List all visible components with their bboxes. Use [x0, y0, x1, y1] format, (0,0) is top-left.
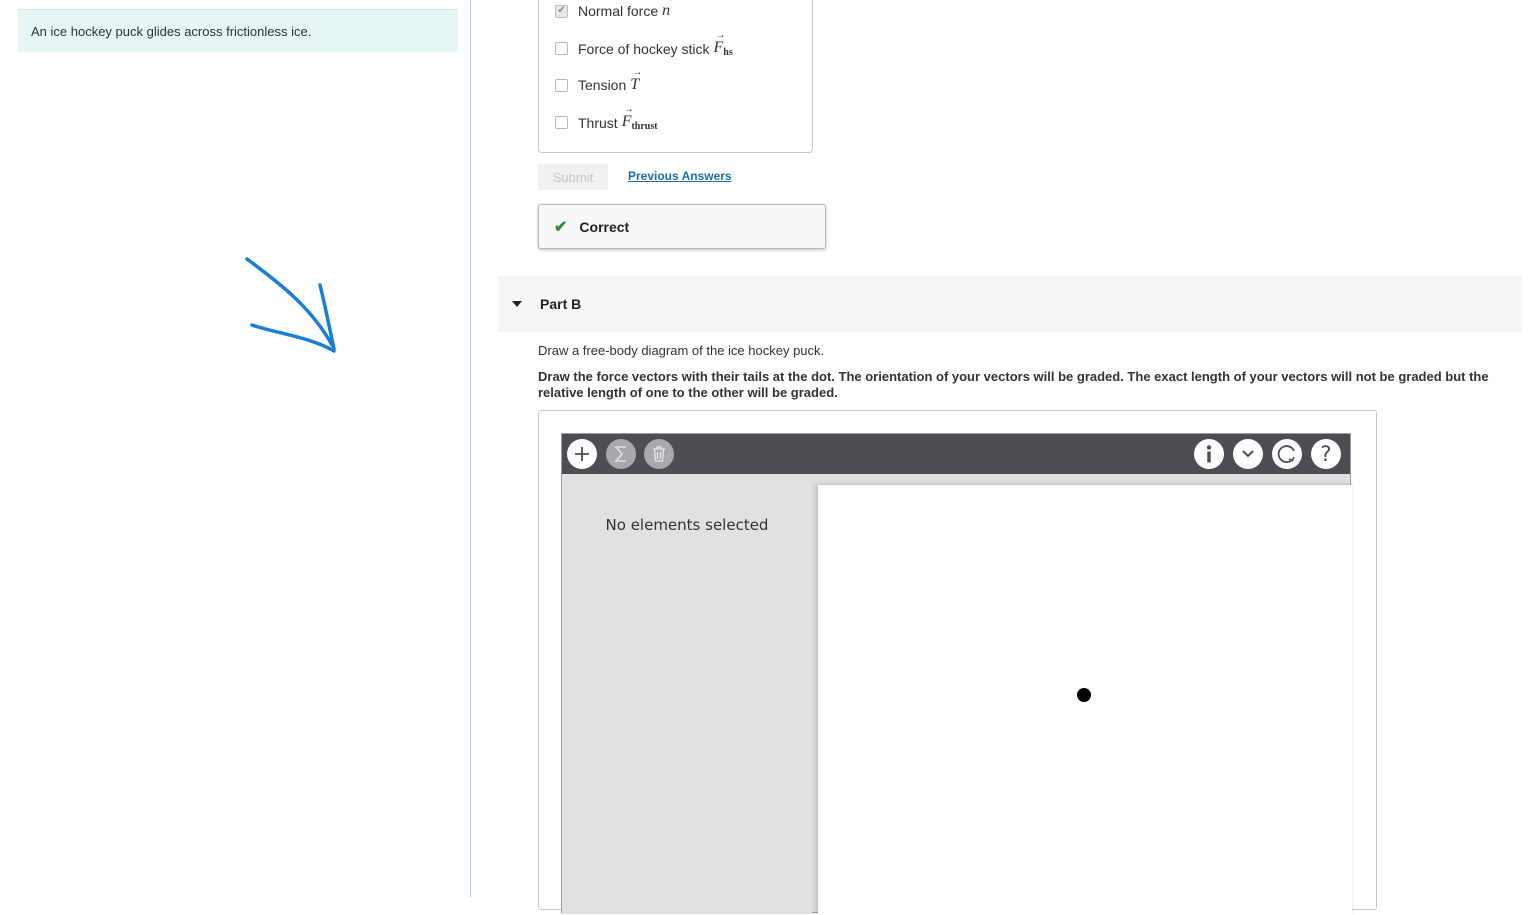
drawing-tool-container: ? No elements selected	[538, 410, 1377, 915]
add-icon[interactable]	[567, 439, 597, 469]
checkbox-icon[interactable]	[555, 78, 568, 92]
annotation-arrow-icon	[245, 257, 336, 353]
choice-label: Force of hockey stick	[578, 40, 710, 57]
submit-button[interactable]: Submit	[538, 164, 608, 190]
no-selection-text: No elements selected	[605, 516, 769, 534]
choice-label: Normal force	[578, 3, 659, 19]
problem-intro-text: An ice hockey puck glides across frictio…	[31, 24, 312, 39]
caret-down-icon[interactable]	[512, 301, 522, 307]
checkbox-checked-icon[interactable]: ✔	[555, 4, 568, 18]
symbol-t: → T	[630, 67, 643, 93]
drawing-toolbar: ?	[562, 434, 1350, 474]
trash-icon[interactable]	[644, 439, 674, 469]
sum-icon[interactable]	[606, 439, 636, 469]
choice-normal-force[interactable]: ✔ Normal force →n	[555, 0, 674, 20]
symbol-f-hs: → Fhs	[713, 30, 733, 58]
checkmark-icon: ✔	[554, 218, 568, 236]
drawing-tool: ? No elements selected	[561, 433, 1352, 915]
chevron-down-icon[interactable]	[1233, 439, 1263, 469]
part-b-title: Part B	[540, 296, 582, 312]
symbol-f-thrust: → Fthrust	[621, 104, 658, 132]
symbol-n: →n	[662, 0, 674, 19]
checkbox-icon[interactable]	[555, 116, 568, 129]
help-icon[interactable]: ?	[1311, 439, 1341, 469]
right-pane: ✔ Normal force →n Force of hockey stick …	[472, 0, 1535, 915]
left-pane: An ice hockey puck glides across frictio…	[0, 0, 471, 897]
part-b-instruction: Draw a free-body diagram of the ice hock…	[538, 343, 825, 358]
result-label: Correct	[579, 218, 630, 235]
checkbox-icon[interactable]	[555, 42, 568, 55]
choice-label: Thrust	[578, 114, 618, 131]
drawing-canvas[interactable]	[818, 485, 1352, 915]
part-b-header[interactable]: Part B	[498, 276, 1522, 332]
part-a-choices: ✔ Normal force →n Force of hockey stick …	[538, 0, 813, 153]
properties-panel: No elements selected	[562, 474, 812, 914]
info-icon[interactable]	[1194, 439, 1224, 469]
choice-tension[interactable]: Tension → T	[555, 67, 643, 94]
choice-label: Tension	[578, 77, 627, 93]
origin-dot	[1077, 688, 1091, 702]
result-feedback: ✔ Correct	[538, 204, 826, 249]
choice-thrust[interactable]: Thrust → Fthrust	[555, 104, 658, 132]
choice-force-hockey-stick[interactable]: Force of hockey stick → Fhs	[555, 30, 733, 58]
reset-icon[interactable]	[1272, 439, 1302, 469]
part-b-instruction-bold: Draw the force vectors with their tails …	[538, 369, 1489, 400]
problem-intro: An ice hockey puck glides across frictio…	[18, 9, 458, 52]
previous-answers-link[interactable]: Previous Answers	[628, 169, 732, 183]
